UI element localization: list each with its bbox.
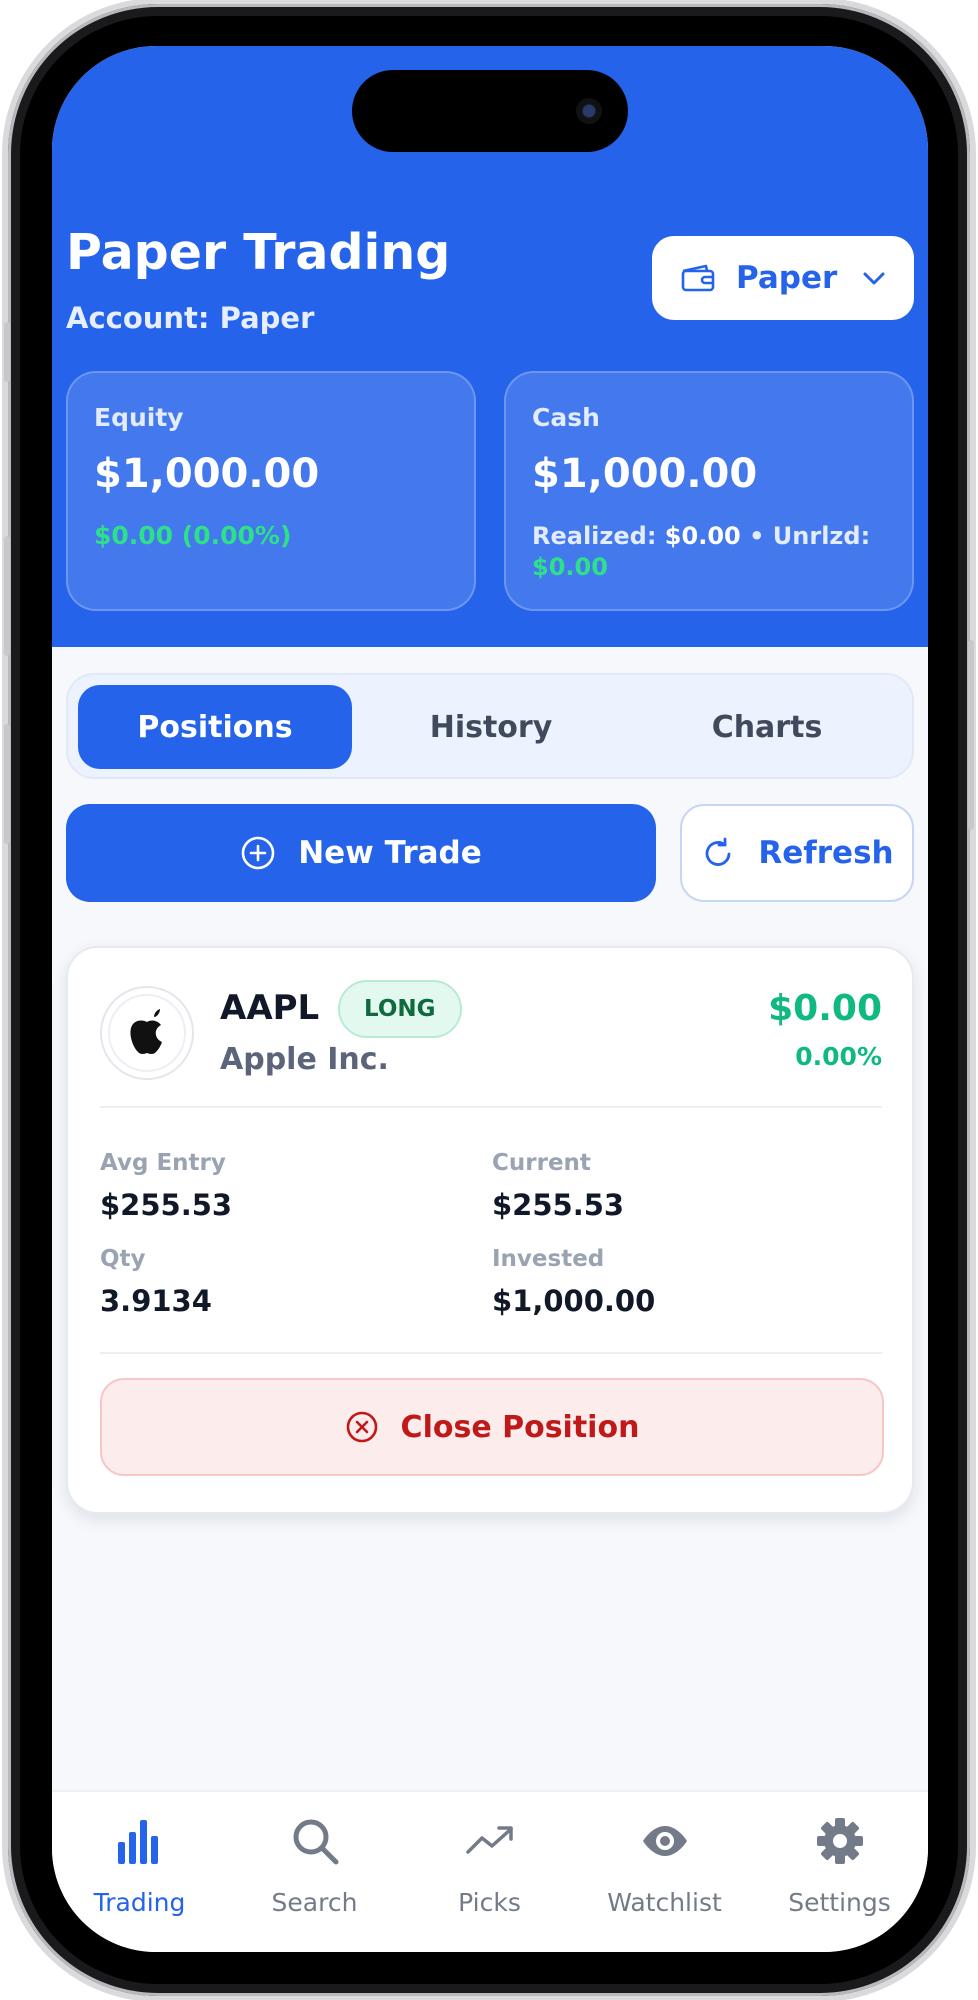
cash-value: $1,000.00: [532, 451, 758, 497]
nav-watchlist[interactable]: Watchlist: [577, 1792, 752, 1952]
close-position-button[interactable]: Close Position: [100, 1378, 884, 1476]
gear-icon: [816, 1818, 863, 1864]
invested-label: Invested: [492, 1246, 605, 1272]
nav-label: Picks: [458, 1888, 521, 1917]
refresh-button[interactable]: Refresh: [680, 804, 914, 902]
volume-up-button: [4, 536, 10, 656]
realized-value: $0.00: [664, 522, 741, 550]
realized-summary: Realized: $0.00 • Unrlzd: $0.00: [532, 521, 902, 583]
nav-search[interactable]: Search: [227, 1792, 402, 1952]
equity-label: Equity: [94, 403, 184, 432]
equity-change: $0.00 (0.00%): [94, 521, 292, 550]
avg-entry-label: Avg Entry: [100, 1150, 226, 1176]
card-divider: [100, 1106, 882, 1108]
power-button: [968, 640, 974, 830]
current-label: Current: [492, 1150, 591, 1176]
refresh-icon: [706, 837, 731, 866]
account-selector-label: Paper: [736, 260, 838, 296]
cash-card: Cash $1,000.00 Realized: $0.00 • Unrlzd:…: [504, 371, 914, 611]
account-subtitle: Account: Paper: [66, 301, 315, 335]
unrealized-label: Unrlzd:: [772, 522, 871, 550]
close-circle-icon: [346, 1411, 377, 1443]
position-side-badge: LONG: [338, 980, 462, 1038]
nav-trading[interactable]: Trading: [52, 1792, 227, 1952]
tab-bar: Positions History Charts: [66, 673, 914, 779]
company-logo: [100, 986, 194, 1080]
new-trade-label: New Trade: [298, 835, 482, 871]
volume-down-button: [4, 724, 10, 844]
account-selector-button[interactable]: Paper: [652, 236, 914, 320]
avg-entry-value: $255.53: [100, 1188, 233, 1222]
page-title: Paper Trading: [66, 224, 451, 281]
app-screen: Paper Trading Account: Paper Paper Equit…: [52, 46, 928, 1952]
position-pnl-percent: 0.00%: [795, 1042, 882, 1071]
cash-label: Cash: [532, 403, 600, 432]
summary-separator: •: [749, 522, 765, 550]
apple-logo-icon: [130, 1009, 162, 1054]
trending-up-icon: [465, 1826, 513, 1854]
position-pnl: $0.00: [768, 988, 882, 1029]
tab-charts[interactable]: Charts: [630, 685, 904, 769]
nav-label: Watchlist: [607, 1888, 722, 1917]
close-position-label: Close Position: [400, 1409, 640, 1445]
new-trade-button[interactable]: New Trade: [66, 804, 656, 902]
refresh-label: Refresh: [758, 835, 894, 871]
qty-value: 3.9134: [100, 1284, 212, 1318]
bottom-nav: Trading Search Picks Watchlist Settings: [52, 1790, 928, 1952]
eye-icon: [642, 1826, 687, 1856]
tab-positions[interactable]: Positions: [78, 685, 352, 769]
company-name: Apple Inc.: [220, 1042, 389, 1077]
nav-label: Trading: [93, 1888, 186, 1917]
wallet-icon: [681, 264, 715, 292]
mute-switch: [4, 322, 10, 382]
qty-label: Qty: [100, 1246, 146, 1272]
nav-picks[interactable]: Picks: [402, 1792, 577, 1952]
plus-circle-icon: [241, 836, 275, 870]
unrealized-value: $0.00: [532, 553, 608, 581]
current-value: $255.53: [492, 1188, 625, 1222]
invested-value: $1,000.00: [492, 1284, 656, 1318]
chevron-down-icon: [863, 272, 885, 285]
position-card[interactable]: AAPL LONG Apple Inc. $0.00 0.00% Avg Ent…: [66, 946, 914, 1514]
bar-chart-icon: [117, 1820, 158, 1864]
realized-label: Realized:: [532, 522, 657, 550]
equity-value: $1,000.00: [94, 451, 320, 497]
ticker-symbol: AAPL: [220, 988, 320, 1028]
nav-label: Settings: [788, 1888, 891, 1917]
dynamic-island: [352, 70, 628, 152]
nav-label: Search: [271, 1888, 358, 1917]
search-icon: [293, 1819, 338, 1865]
card-divider: [100, 1352, 882, 1354]
equity-card: Equity $1,000.00 $0.00 (0.00%): [66, 371, 476, 611]
nav-settings[interactable]: Settings: [752, 1792, 927, 1952]
camera-icon: [576, 98, 602, 124]
tab-history[interactable]: History: [354, 685, 628, 769]
